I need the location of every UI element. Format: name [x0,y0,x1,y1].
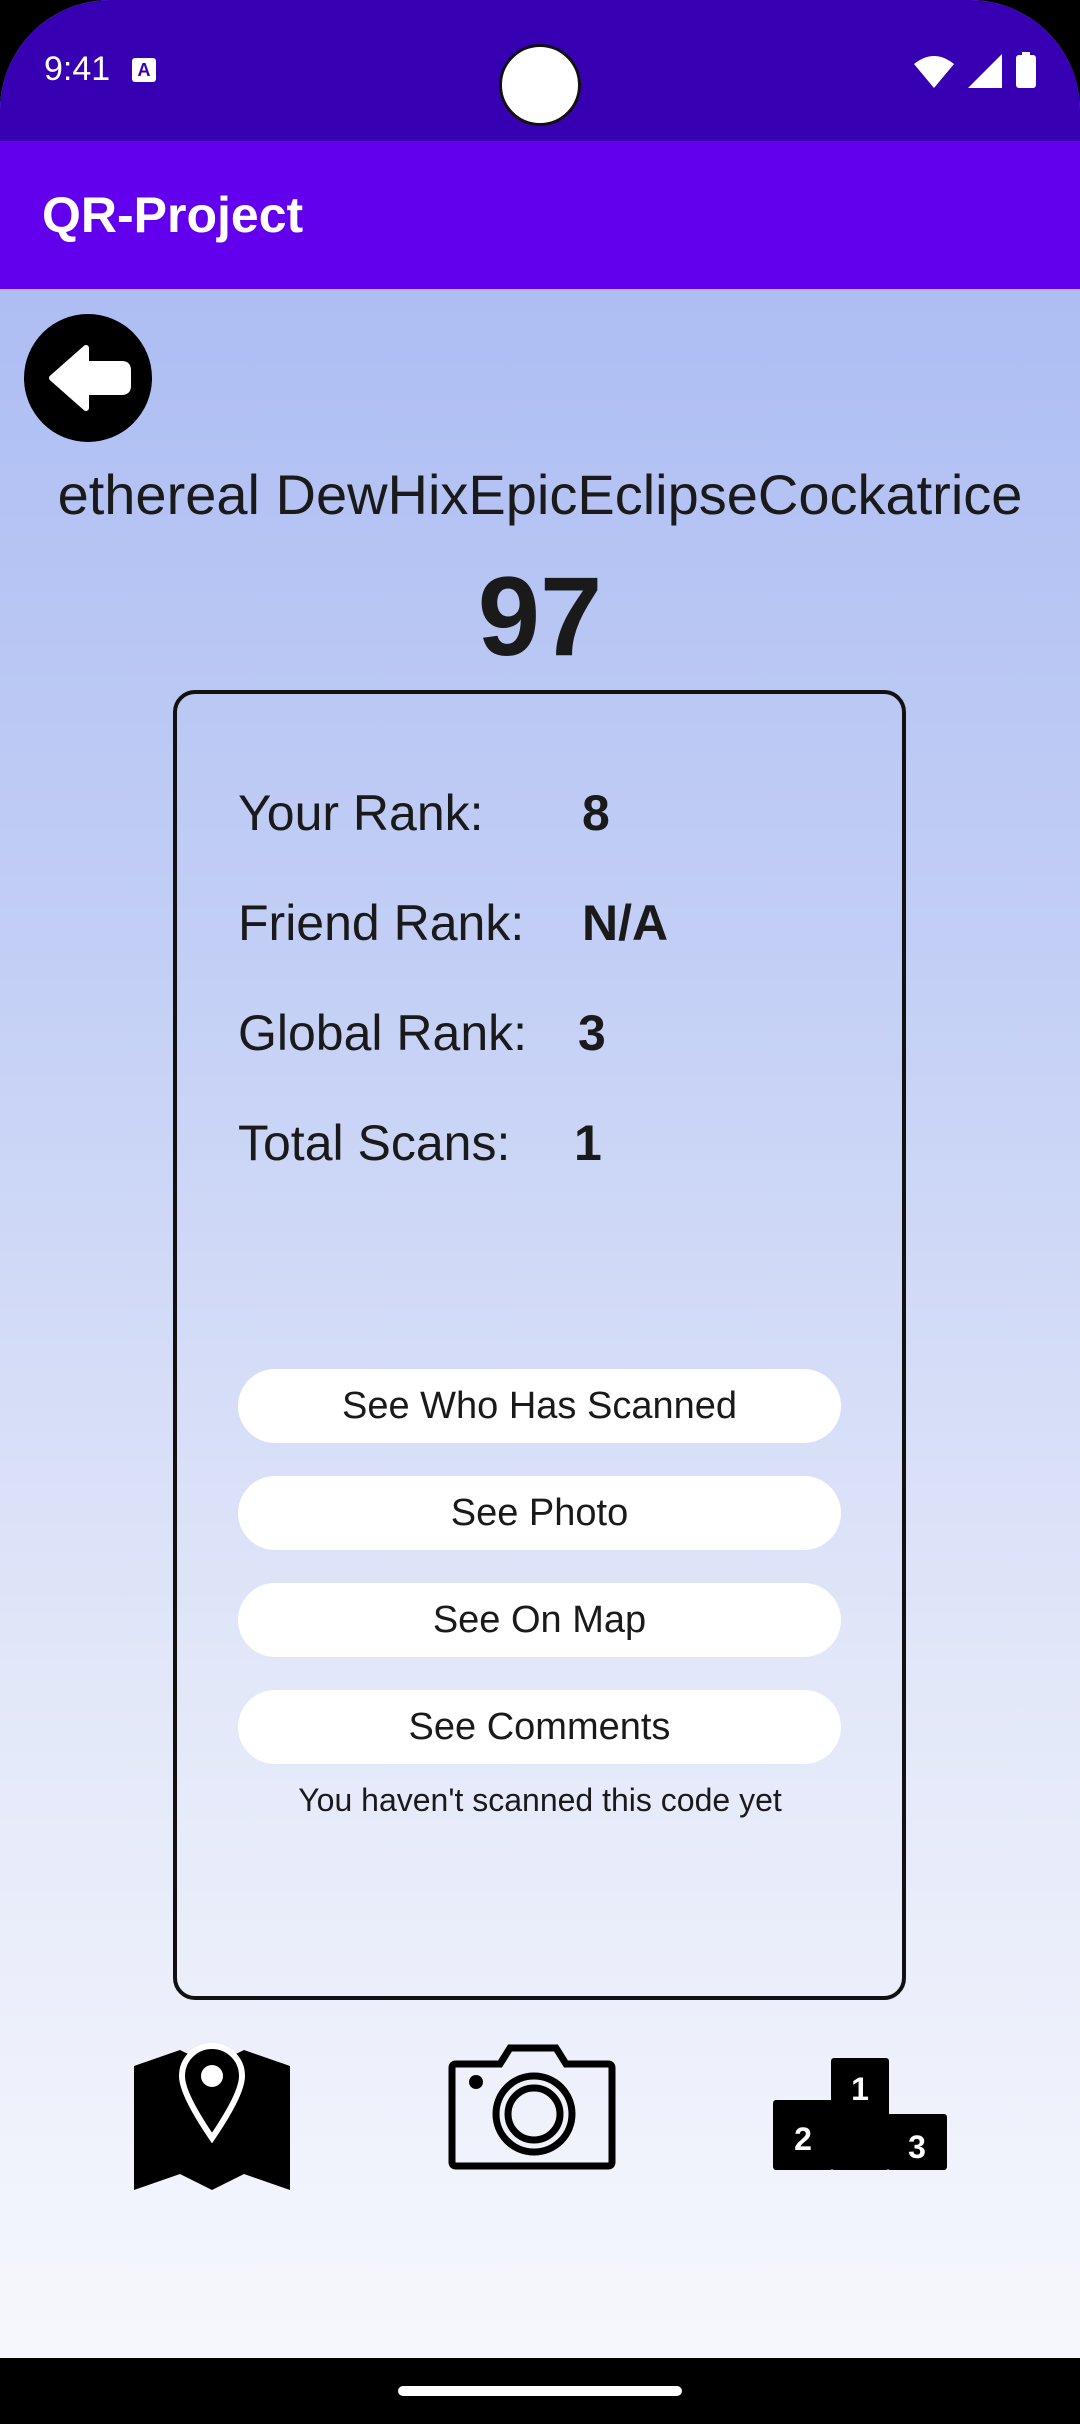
app-screen: 9:41 A QR-Project ethereal DewHixEpicEcl… [0,0,1080,2424]
friend-rank-label: Friend Rank: [238,895,525,951]
friend-rank-value: N/A [582,895,669,951]
map-nav-button[interactable] [130,2030,294,2194]
camera-nav-button[interactable] [448,2044,616,2170]
global-rank-value: 3 [578,1005,606,1061]
home-indicator[interactable] [398,2386,682,2396]
notification-icon: A [132,58,156,82]
camera-icon [448,2044,616,2170]
wifi-icon [914,56,954,88]
see-on-map-button[interactable]: See On Map [238,1583,841,1657]
global-rank-label: Global Rank: [238,1005,528,1061]
your-rank-label: Your Rank: [238,785,484,841]
battery-icon [1016,52,1036,88]
arrow-left-icon [49,345,131,411]
app-title: QR-Project [42,187,304,243]
podium-second: 2 [794,2121,812,2157]
not-scanned-hint: You haven't scanned this code yet [298,1782,782,1818]
code-score: 97 [477,554,603,679]
total-scans-label: Total Scans: [238,1115,511,1171]
code-name: ethereal DewHixEpicEclipseCockatrice [57,463,1023,526]
leaderboard-nav-button[interactable]: 1 2 3 [773,2056,947,2170]
podium-third: 3 [908,2129,926,2165]
front-camera-cutout [499,44,581,126]
your-rank-value: 8 [582,785,610,841]
status-time: 9:41 [44,50,111,88]
podium-first: 1 [851,2071,869,2107]
back-button[interactable] [24,314,152,442]
see-comments-button[interactable]: See Comments [238,1690,841,1764]
see-photo-button[interactable]: See Photo [238,1476,841,1550]
map-icon [134,2043,290,2190]
see-who-scanned-button[interactable]: See Who Has Scanned [238,1369,841,1443]
leaderboard-podium-icon: 1 2 3 [773,2058,947,2170]
total-scans-value: 1 [574,1115,602,1171]
status-icons [914,52,1036,88]
signal-icon [968,54,1002,88]
